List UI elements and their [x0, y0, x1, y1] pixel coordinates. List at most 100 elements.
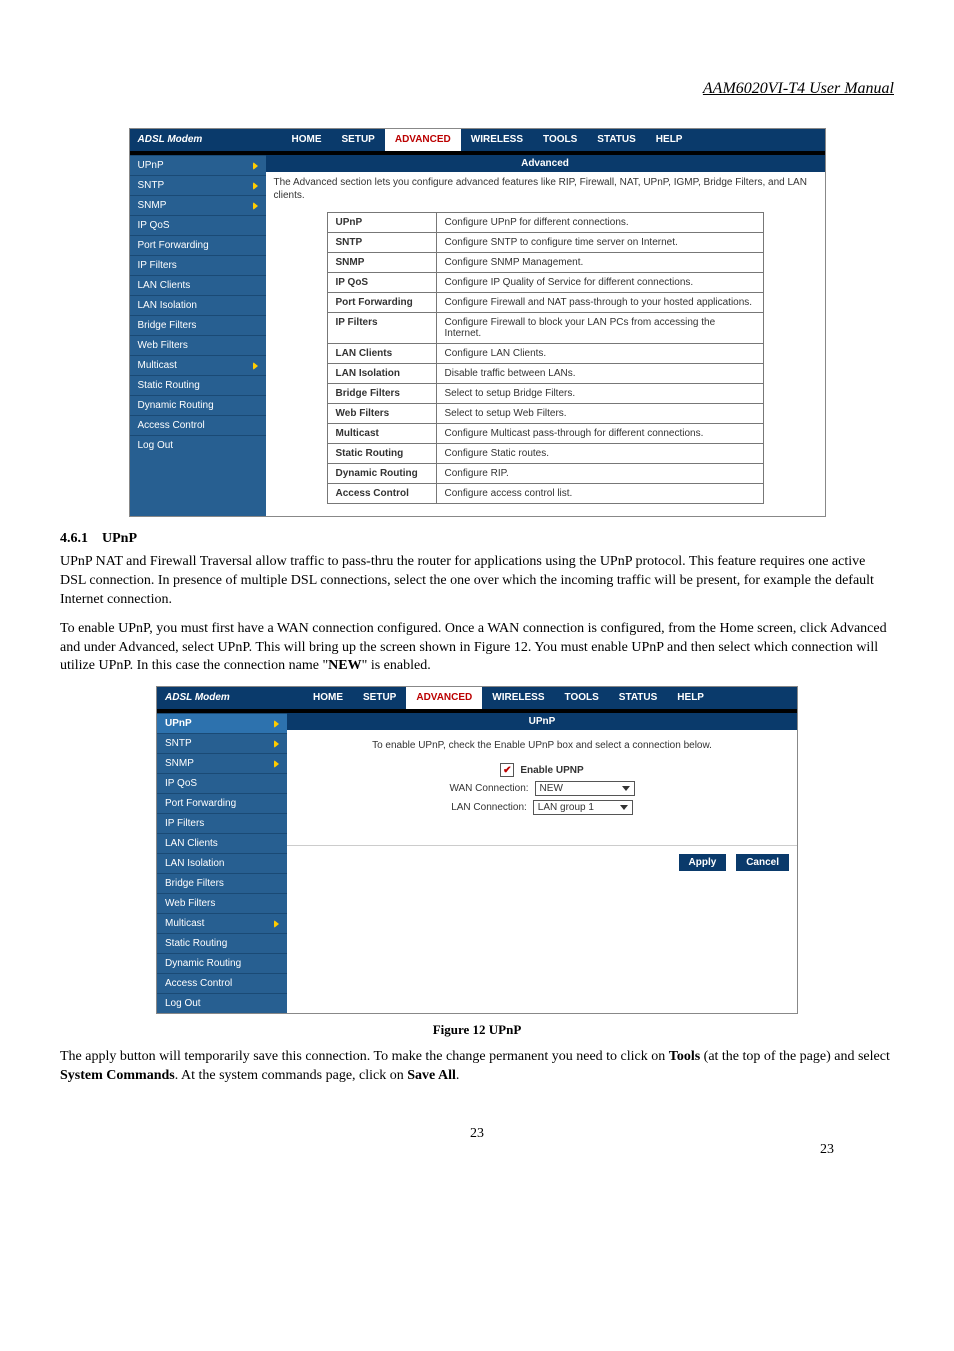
feature-name: LAN Clients: [327, 344, 436, 364]
arrow-icon: [253, 182, 258, 190]
arrow-icon: [274, 760, 279, 768]
sidebar-item-lan-isolation[interactable]: LAN Isolation: [130, 295, 266, 315]
sidebar-item-bridge-filters[interactable]: Bridge Filters: [130, 315, 266, 335]
nav-tab-help[interactable]: HELP: [646, 129, 693, 151]
cancel-button[interactable]: Cancel: [736, 854, 789, 871]
nav-tab-setup[interactable]: SETUP: [332, 129, 385, 151]
sidebar-item-multicast[interactable]: Multicast: [157, 913, 287, 933]
sidebar-item-label: Multicast: [165, 918, 204, 929]
page-number-right: 23: [820, 1142, 834, 1158]
feature-desc: Configure Firewall to block your LAN PCs…: [436, 313, 763, 344]
sidebar-item-upnp[interactable]: UPnP: [130, 155, 266, 175]
feature-desc: Configure LAN Clients.: [436, 344, 763, 364]
nav-tab-home[interactable]: HOME: [303, 687, 353, 709]
sidebar-item-log-out[interactable]: Log Out: [157, 993, 287, 1013]
nav-tab-setup[interactable]: SETUP: [353, 687, 406, 709]
sidebar-item-upnp[interactable]: UPnP: [157, 713, 287, 733]
wan-connection-select[interactable]: NEW: [535, 781, 635, 796]
table-row: IP FiltersConfigure Firewall to block yo…: [327, 313, 763, 344]
chevron-down-icon: [622, 786, 630, 791]
sidebar-item-log-out[interactable]: Log Out: [130, 435, 266, 455]
enable-upnp-checkbox[interactable]: ✔: [500, 763, 514, 777]
nav-tab-wireless[interactable]: WIRELESS: [461, 129, 533, 151]
sidebar-item-label: Dynamic Routing: [138, 400, 214, 411]
feature-name: Dynamic Routing: [327, 464, 436, 484]
router-title: ADSL Modem: [157, 687, 303, 709]
nav-tab-status[interactable]: STATUS: [587, 129, 646, 151]
nav-tab-advanced[interactable]: ADVANCED: [385, 129, 461, 151]
feature-name: IP QoS: [327, 273, 436, 293]
router-main-panel: Advanced The Advanced section lets you c…: [266, 151, 825, 516]
feature-name: Static Routing: [327, 444, 436, 464]
section-number: 4.6.1: [60, 531, 88, 546]
sidebar-item-lan-isolation[interactable]: LAN Isolation: [157, 853, 287, 873]
sidebar-item-label: SNMP: [138, 200, 167, 211]
apply-button[interactable]: Apply: [679, 854, 727, 871]
sidebar-item-label: UPnP: [138, 160, 164, 171]
feature-desc: Configure SNTP to configure time server …: [436, 233, 763, 253]
nav-tab-tools[interactable]: TOOLS: [533, 129, 587, 151]
p3-b3: Save All: [407, 1068, 456, 1083]
sidebar-item-access-control[interactable]: Access Control: [130, 415, 266, 435]
feature-name: IP Filters: [327, 313, 436, 344]
sidebar-item-ip-qos[interactable]: IP QoS: [130, 215, 266, 235]
nav-tab-advanced[interactable]: ADVANCED: [406, 687, 482, 709]
sidebar-item-label: Static Routing: [165, 938, 227, 949]
nav-tab-status[interactable]: STATUS: [609, 687, 668, 709]
table-row: LAN ClientsConfigure LAN Clients.: [327, 344, 763, 364]
lan-connection-label: LAN Connection:: [451, 802, 527, 813]
section-heading: 4.6.1 UPnP: [60, 531, 894, 547]
sidebar-item-label: LAN Isolation: [165, 858, 224, 869]
sidebar-item-lan-clients[interactable]: LAN Clients: [130, 275, 266, 295]
sidebar-item-sntp[interactable]: SNTP: [157, 733, 287, 753]
table-row: Dynamic RoutingConfigure RIP.: [327, 464, 763, 484]
feature-desc: Configure Firewall and NAT pass-through …: [436, 293, 763, 313]
sidebar-item-web-filters[interactable]: Web Filters: [157, 893, 287, 913]
sidebar-item-dynamic-routing[interactable]: Dynamic Routing: [157, 953, 287, 973]
table-row: IP QoSConfigure IP Quality of Service fo…: [327, 273, 763, 293]
sidebar-item-port-forwarding[interactable]: Port Forwarding: [130, 235, 266, 255]
table-row: Web FiltersSelect to setup Web Filters.: [327, 404, 763, 424]
wan-connection-value: NEW: [540, 783, 563, 794]
table-row: UPnPConfigure UPnP for different connect…: [327, 213, 763, 233]
body-paragraph-3: The apply button will temporarily save t…: [60, 1048, 894, 1086]
sidebar-item-label: Port Forwarding: [138, 240, 209, 251]
nav-tab-wireless[interactable]: WIRELESS: [482, 687, 554, 709]
nav-tab-help[interactable]: HELP: [667, 687, 714, 709]
table-row: Access ControlConfigure access control l…: [327, 484, 763, 504]
sidebar-item-label: Port Forwarding: [165, 798, 236, 809]
nav-tab-home[interactable]: HOME: [282, 129, 332, 151]
lan-connection-select[interactable]: LAN group 1: [533, 800, 633, 815]
sidebar-item-ip-filters[interactable]: IP Filters: [157, 813, 287, 833]
sidebar-item-access-control[interactable]: Access Control: [157, 973, 287, 993]
sidebar-item-port-forwarding[interactable]: Port Forwarding: [157, 793, 287, 813]
sidebar-item-label: Multicast: [138, 360, 177, 371]
arrow-icon: [274, 740, 279, 748]
nav-tab-tools[interactable]: TOOLS: [555, 687, 609, 709]
arrow-icon: [274, 720, 279, 728]
sidebar-item-web-filters[interactable]: Web Filters: [130, 335, 266, 355]
sidebar-item-bridge-filters[interactable]: Bridge Filters: [157, 873, 287, 893]
section-title: UPnP: [102, 531, 137, 546]
feature-name: SNMP: [327, 253, 436, 273]
sidebar-item-label: Dynamic Routing: [165, 958, 241, 969]
sidebar-item-snmp[interactable]: SNMP: [130, 195, 266, 215]
sidebar-item-label: IP Filters: [165, 818, 204, 829]
sidebar-item-label: SNMP: [165, 758, 194, 769]
sidebar-item-snmp[interactable]: SNMP: [157, 753, 287, 773]
sidebar-item-lan-clients[interactable]: LAN Clients: [157, 833, 287, 853]
p3-b1: Tools: [669, 1049, 700, 1064]
lan-connection-value: LAN group 1: [538, 802, 594, 813]
sidebar-item-label: Bridge Filters: [138, 320, 197, 331]
p2-bold: NEW: [328, 658, 361, 673]
sidebar-item-multicast[interactable]: Multicast: [130, 355, 266, 375]
sidebar-item-static-routing[interactable]: Static Routing: [157, 933, 287, 953]
p3-c: (at the top of the page) and select: [700, 1049, 890, 1064]
sidebar-item-static-routing[interactable]: Static Routing: [130, 375, 266, 395]
sidebar-item-ip-qos[interactable]: IP QoS: [157, 773, 287, 793]
sidebar-item-ip-filters[interactable]: IP Filters: [130, 255, 266, 275]
sidebar-item-dynamic-routing[interactable]: Dynamic Routing: [130, 395, 266, 415]
sidebar-item-sntp[interactable]: SNTP: [130, 175, 266, 195]
chevron-down-icon: [620, 805, 628, 810]
sidebar-item-label: Web Filters: [138, 340, 188, 351]
